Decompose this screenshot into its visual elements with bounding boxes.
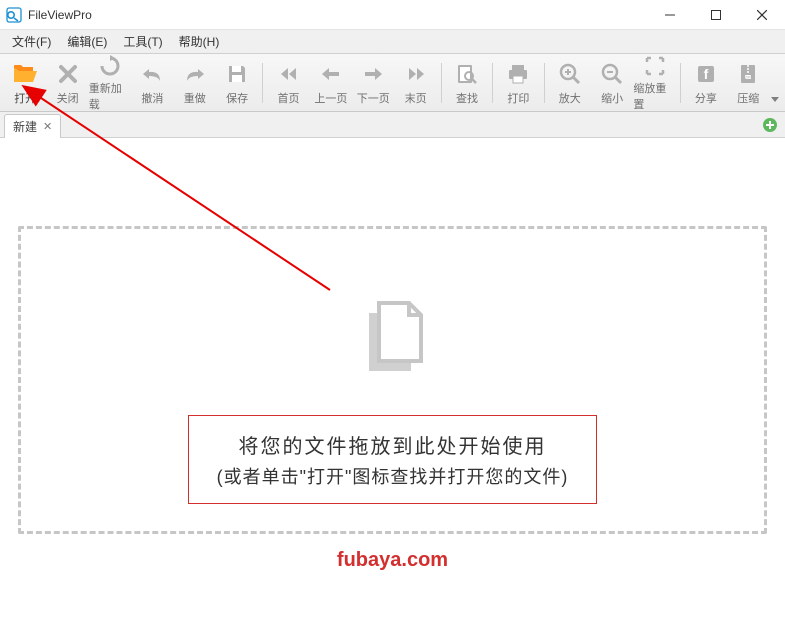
prev-icon bbox=[317, 60, 345, 88]
svg-text:ZIP: ZIP bbox=[745, 74, 752, 79]
open-button[interactable]: 打开 bbox=[4, 57, 46, 109]
close-label: 关闭 bbox=[57, 90, 79, 106]
prev-page-button[interactable]: 上一页 bbox=[310, 57, 352, 109]
zip-icon: ZIP bbox=[734, 60, 762, 88]
zoom-in-icon bbox=[556, 60, 584, 88]
first-label: 首页 bbox=[278, 90, 300, 106]
close-button[interactable] bbox=[739, 0, 785, 30]
search-icon bbox=[453, 60, 481, 88]
next-label: 下一页 bbox=[357, 90, 390, 106]
zoomreset-label: 缩放重置 bbox=[633, 80, 675, 112]
open-label: 打开 bbox=[14, 90, 36, 106]
reload-label: 重新加载 bbox=[89, 80, 131, 112]
prev-label: 上一页 bbox=[314, 90, 347, 106]
save-button[interactable]: 保存 bbox=[216, 57, 258, 109]
toolbar-separator bbox=[544, 63, 545, 103]
watermark-text: fubaya.com bbox=[0, 549, 785, 572]
menu-bar: 文件(F) 编辑(E) 工具(T) 帮助(H) bbox=[0, 30, 785, 54]
zip-button[interactable]: ZIP 压缩 bbox=[727, 57, 769, 109]
tab-bar: 新建 ✕ bbox=[0, 112, 785, 138]
toolbar-overflow-button[interactable] bbox=[769, 57, 781, 109]
zip-label: 压缩 bbox=[737, 90, 759, 106]
print-icon bbox=[504, 60, 532, 88]
undo-button[interactable]: 撤消 bbox=[131, 57, 173, 109]
window-controls bbox=[647, 0, 785, 29]
toolbar-separator bbox=[262, 63, 263, 103]
zoom-out-icon bbox=[598, 60, 626, 88]
zoomin-label: 放大 bbox=[559, 90, 581, 106]
save-label: 保存 bbox=[226, 90, 248, 106]
folder-open-icon bbox=[11, 60, 39, 88]
window-title: FileViewPro bbox=[28, 8, 647, 22]
app-icon bbox=[6, 7, 22, 23]
menu-help[interactable]: 帮助(H) bbox=[171, 30, 228, 53]
zoom-reset-icon bbox=[641, 54, 669, 78]
toolbar-separator bbox=[492, 63, 493, 103]
tab-new[interactable]: 新建 ✕ bbox=[4, 114, 61, 138]
title-bar: FileViewPro bbox=[0, 0, 785, 30]
toolbar-separator bbox=[441, 63, 442, 103]
drop-zone[interactable]: 将您的文件拖放到此处开始使用 (或者单击"打开"图标查找并打开您的文件) bbox=[18, 226, 767, 534]
instruction-box: 将您的文件拖放到此处开始使用 (或者单击"打开"图标查找并打开您的文件) bbox=[188, 415, 598, 504]
save-icon bbox=[223, 60, 251, 88]
reload-button[interactable]: 重新加载 bbox=[89, 57, 131, 109]
zoom-reset-button[interactable]: 缩放重置 bbox=[633, 57, 675, 109]
maximize-button[interactable] bbox=[693, 0, 739, 30]
find-button[interactable]: 查找 bbox=[446, 57, 488, 109]
add-tab-button[interactable] bbox=[761, 116, 779, 134]
first-icon bbox=[275, 60, 303, 88]
share-label: 分享 bbox=[695, 90, 717, 106]
zoomout-label: 缩小 bbox=[601, 90, 623, 106]
tab-close-icon[interactable]: ✕ bbox=[43, 120, 52, 133]
svg-text:f: f bbox=[704, 66, 709, 82]
toolbar: 打开 关闭 重新加载 撤消 重做 保存 首页 bbox=[0, 54, 785, 112]
content-area: 将您的文件拖放到此处开始使用 (或者单击"打开"图标查找并打开您的文件) fub… bbox=[0, 138, 785, 644]
menu-file[interactable]: 文件(F) bbox=[4, 30, 59, 53]
toolbar-separator bbox=[680, 63, 681, 103]
share-icon: f bbox=[692, 60, 720, 88]
instruction-line2: (或者单击"打开"图标查找并打开您的文件) bbox=[217, 463, 569, 489]
document-stack-icon bbox=[343, 287, 443, 387]
minimize-button[interactable] bbox=[647, 0, 693, 30]
undo-icon bbox=[138, 60, 166, 88]
print-label: 打印 bbox=[507, 90, 529, 106]
next-icon bbox=[359, 60, 387, 88]
last-icon bbox=[402, 60, 430, 88]
print-button[interactable]: 打印 bbox=[497, 57, 539, 109]
last-label: 末页 bbox=[405, 90, 427, 106]
close-file-button[interactable]: 关闭 bbox=[46, 57, 88, 109]
find-label: 查找 bbox=[456, 90, 478, 106]
redo-icon bbox=[181, 60, 209, 88]
zoom-in-button[interactable]: 放大 bbox=[549, 57, 591, 109]
x-icon bbox=[54, 60, 82, 88]
undo-label: 撤消 bbox=[141, 90, 163, 106]
last-page-button[interactable]: 末页 bbox=[394, 57, 436, 109]
share-button[interactable]: f 分享 bbox=[685, 57, 727, 109]
redo-label: 重做 bbox=[184, 90, 206, 106]
refresh-icon bbox=[96, 54, 124, 78]
zoom-out-button[interactable]: 缩小 bbox=[591, 57, 633, 109]
menu-tools[interactable]: 工具(T) bbox=[115, 30, 170, 53]
tab-label: 新建 bbox=[13, 118, 37, 135]
next-page-button[interactable]: 下一页 bbox=[352, 57, 394, 109]
menu-edit[interactable]: 编辑(E) bbox=[59, 30, 115, 53]
instruction-line1: 将您的文件拖放到此处开始使用 bbox=[217, 430, 569, 459]
redo-button[interactable]: 重做 bbox=[174, 57, 216, 109]
first-page-button[interactable]: 首页 bbox=[267, 57, 309, 109]
